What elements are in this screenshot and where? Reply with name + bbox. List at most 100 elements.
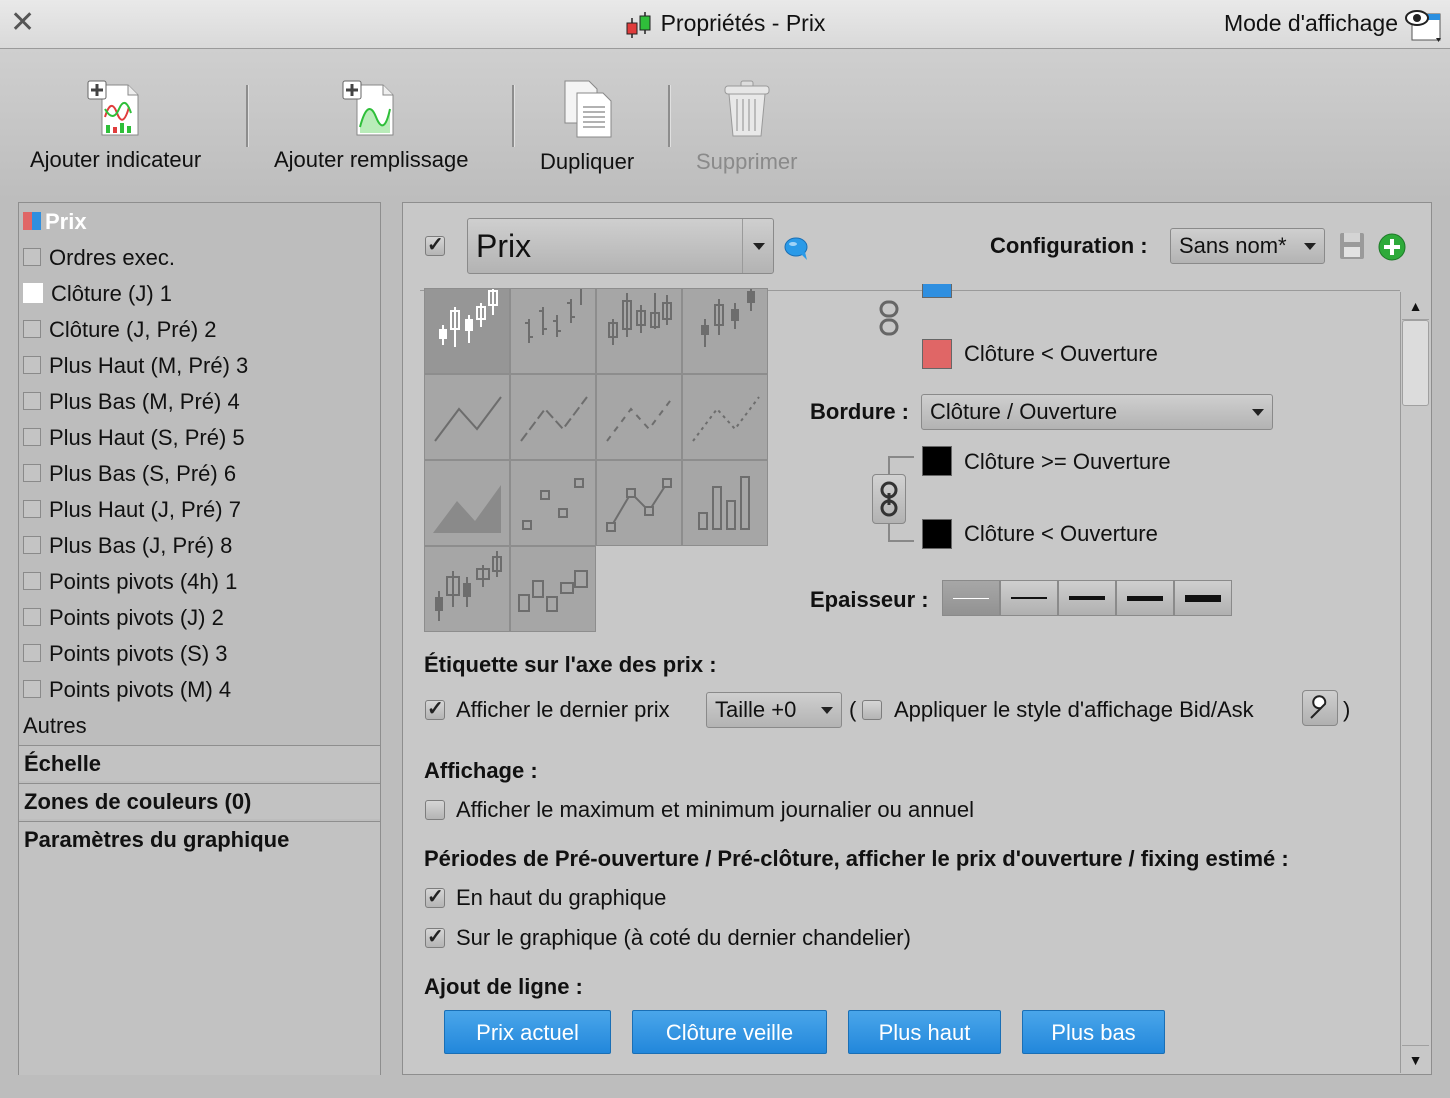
list-item-prix[interactable]: Prix [23,205,87,239]
add-low-button[interactable]: Plus bas [1022,1010,1165,1054]
border-link-button[interactable] [872,474,906,524]
thickness-option-1[interactable] [942,580,1000,616]
line-chart-icon [434,396,502,442]
show-last-price-checkbox[interactable] [425,696,445,721]
item-checkbox[interactable] [23,680,41,699]
style-line-markers[interactable] [596,460,682,546]
style-dashed-line[interactable] [510,374,596,460]
vertical-scrollbar[interactable] [1400,292,1430,1073]
add-current-price-button[interactable]: Prix actuel [444,1010,611,1054]
list-item-others[interactable]: Autres [23,709,87,743]
border-up-color-swatch[interactable] [922,446,952,476]
list-item[interactable]: Plus Haut (S, Pré) 5 [23,421,245,455]
close-paren: ) [1343,697,1351,722]
scrollbar-thumb[interactable] [1402,320,1429,406]
item-checkbox[interactable] [23,536,41,555]
add-configuration-icon[interactable] [1377,232,1407,262]
item-checkbox[interactable] [23,392,41,411]
list-item[interactable]: Ordres exec. [23,241,175,275]
label-size-select[interactable]: Taille +0 [706,692,842,728]
list-item[interactable]: Clôture (J, Pré) 2 [23,313,217,347]
list-item[interactable]: Points pivots (J) 2 [23,601,224,635]
style-dots[interactable] [510,460,596,546]
candlestick-icon [701,289,755,347]
fill-up-color-swatch[interactable] [922,284,952,298]
scroll-down-icon[interactable]: ▼ [1402,1045,1429,1073]
style-area[interactable] [424,460,510,546]
list-item-label: Points pivots (M) 4 [49,677,232,702]
visible-checkbox[interactable] [425,232,445,257]
link-icon[interactable] [878,298,900,338]
list-item[interactable]: Plus Bas (S, Pré) 6 [23,457,236,491]
scroll-up-icon[interactable]: ▲ [1402,292,1429,320]
item-checkbox[interactable] [23,356,41,375]
item-checkbox[interactable] [23,428,41,447]
section-color-zones[interactable]: Zones de couleurs (0) [19,783,380,819]
style-ohlc-bars[interactable] [510,288,596,374]
item-checkbox[interactable] [23,500,41,519]
style-dotted-line[interactable] [682,374,768,460]
thickness-option-4[interactable] [1116,580,1174,616]
duplicate-button[interactable]: Dupliquer [540,79,634,175]
view-mode-icon[interactable] [1402,6,1446,46]
thickness-option-3[interactable] [1058,580,1116,616]
list-item[interactable]: Plus Bas (M, Pré) 4 [23,385,240,419]
list-item[interactable]: Plus Haut (M, Pré) 3 [23,349,248,383]
style-heikin-ashi[interactable] [424,546,510,632]
section-chart-settings-label: Paramètres du graphique [24,827,290,852]
list-item[interactable]: Plus Haut (J, Pré) 7 [23,493,241,527]
style-boxes[interactable] [510,546,596,632]
show-minmax-checkbox[interactable] [425,800,445,820]
candlestick-icon [435,551,502,621]
list-item[interactable]: Points pivots (4h) 1 [23,565,237,599]
item-checkbox[interactable] [23,572,41,591]
list-item-label: Ordres exec. [49,245,175,270]
chevron-down-icon [821,707,833,714]
item-color-swatch[interactable] [23,283,43,304]
thickness-option-2[interactable] [1000,580,1058,616]
add-previous-close-button[interactable]: Clôture veille [632,1010,827,1054]
dotted-line-icon [692,396,760,442]
comment-icon[interactable] [783,235,811,263]
element-name-combo[interactable]: Prix [467,218,774,274]
preopen-chart-checkbox[interactable] [425,924,445,949]
style-dash-line[interactable] [596,374,682,460]
add-high-button[interactable]: Plus haut [848,1010,1001,1054]
item-checkbox[interactable] [23,320,41,339]
add-indicator-button[interactable]: Ajouter indicateur [30,79,201,173]
view-mode-label[interactable]: Mode d'affichage [1224,10,1398,37]
bidask-settings-button[interactable] [1302,690,1338,726]
fill-down-color-swatch[interactable] [922,339,952,369]
bidask-style-checkbox[interactable] [862,700,882,720]
dashed-line-icon [606,396,674,442]
style-candlestick-filled[interactable] [596,288,682,374]
style-histogram[interactable] [682,460,768,546]
section-scale[interactable]: Échelle [19,745,380,781]
style-candlestick-hollow[interactable] [424,288,510,374]
save-icon[interactable] [1338,231,1366,261]
list-item[interactable]: Points pivots (S) 3 [23,637,228,671]
configuration-select[interactable]: Sans nom* [1170,228,1325,264]
add-fill-button[interactable]: Ajouter remplissage [274,79,468,173]
border-down-color-swatch[interactable] [922,519,952,549]
style-candlestick-mixed[interactable] [682,288,768,374]
list-item[interactable]: Clôture (J) 1 [23,277,172,311]
toolbar-divider [668,85,671,147]
item-checkbox[interactable] [23,248,41,267]
toolbar: Ajouter indicateur Ajouter remplissage D… [0,49,1450,199]
list-item[interactable]: Points pivots (M) 4 [23,673,231,707]
item-checkbox[interactable] [23,644,41,663]
item-checkbox[interactable] [23,464,41,483]
border-select[interactable]: Clôture / Ouverture [921,394,1273,430]
section-chart-settings[interactable]: Paramètres du graphique [19,821,380,1075]
delete-label: Supprimer [696,149,798,174]
style-line[interactable] [424,374,510,460]
delete-button[interactable]: Supprimer [696,79,797,175]
item-checkbox[interactable] [23,608,41,627]
list-item[interactable]: Plus Bas (J, Pré) 8 [23,529,232,563]
link-icon [880,481,898,517]
preopen-top-checkbox[interactable] [425,884,445,909]
chevron-down-icon [1304,243,1316,250]
thickness-option-5[interactable] [1174,580,1232,616]
add-fill-label: Ajouter remplissage [274,147,469,172]
